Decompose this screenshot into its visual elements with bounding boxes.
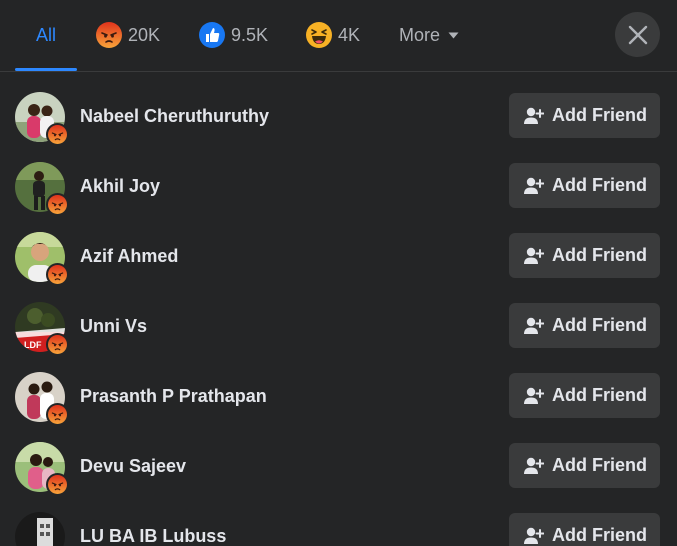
person-name[interactable]: Devu Sajeev [80,456,186,477]
add-friend-label: Add Friend [552,245,647,265]
person-name[interactable]: Prasanth P Prathapan [80,386,267,407]
angry-reaction-icon [48,405,67,424]
add-friend-icon [524,317,544,334]
tab-haha-count: 4K [338,24,361,45]
angry-reaction-icon [48,125,67,144]
add-friend-icon [524,107,544,124]
tab-all[interactable]: All [15,0,77,71]
add-friend-label: Add Friend [552,315,647,335]
list-item: Nabeel Cheruthuruthy Add Friend [0,82,677,152]
add-friend-label: Add Friend [552,105,647,125]
person-name[interactable]: LU BA IB Lubuss [80,526,226,546]
add-friend-label: Add Friend [552,385,647,405]
add-friend-label: Add Friend [552,525,647,545]
avatar-overlay-text: LDF [24,340,42,350]
tab-haha[interactable]: 4K [306,0,360,70]
list-item: LU BA IB Lubuss Add Friend [0,502,677,546]
caret-down-icon [448,32,459,38]
tab-like-count: 9.5K [231,24,269,45]
add-friend-button[interactable]: Add Friend [509,373,660,418]
list-item: Prasanth P Prathapan Add Friend [0,362,677,432]
avatar[interactable]: LDF [15,302,69,356]
like-reaction-icon [199,22,225,48]
list-item: LDF Unni Vs Add Friend [0,292,677,362]
reactions-dialog: All 20K 9.5K 4K More Nabeel Cheruthuruth… [0,0,677,546]
avatar[interactable] [15,512,65,546]
tab-angry[interactable]: 20K [96,0,160,70]
reaction-badge [46,123,69,146]
add-friend-button[interactable]: Add Friend [509,513,660,546]
close-icon [628,25,647,44]
add-friend-icon [524,387,544,404]
reaction-badge [46,263,69,286]
tab-more-label: More [399,24,441,45]
reaction-badge [46,403,69,426]
person-name[interactable]: Azif Ahmed [80,246,178,267]
profile-photo [15,512,65,546]
person-name[interactable]: Akhil Joy [80,176,160,197]
add-friend-icon [524,177,544,194]
close-button[interactable] [615,12,660,57]
angry-reaction-icon [96,22,122,48]
angry-reaction-icon [48,475,67,494]
tab-all-label: All [35,24,56,45]
active-tab-indicator [15,68,77,71]
tab-like[interactable]: 9.5K [199,0,268,70]
add-friend-button[interactable]: Add Friend [509,93,660,138]
reaction-badge [46,193,69,216]
reaction-tabs: All 20K 9.5K 4K More [0,0,677,72]
add-friend-icon [524,457,544,474]
add-friend-label: Add Friend [552,455,647,475]
avatar[interactable] [15,162,69,216]
add-friend-icon [524,247,544,264]
angry-reaction-icon [48,195,67,214]
avatar[interactable] [15,442,69,496]
list-item: Akhil Joy Add Friend [0,152,677,222]
add-friend-button[interactable]: Add Friend [509,163,660,208]
person-name[interactable]: Unni Vs [80,316,147,337]
reaction-badge [46,333,69,356]
avatar[interactable] [15,232,69,286]
add-friend-button[interactable]: Add Friend [509,233,660,278]
avatar[interactable] [15,92,69,146]
add-friend-button[interactable]: Add Friend [509,443,660,488]
add-friend-button[interactable]: Add Friend [509,303,660,348]
add-friend-icon [524,527,544,544]
tab-more[interactable]: More [399,0,459,70]
haha-reaction-icon [306,22,332,48]
angry-reaction-icon [48,335,67,354]
tab-angry-count: 20K [128,24,161,45]
avatar[interactable] [15,372,69,426]
add-friend-label: Add Friend [552,175,647,195]
reaction-badge [46,473,69,496]
angry-reaction-icon [48,265,67,284]
person-name[interactable]: Nabeel Cheruthuruthy [80,106,269,127]
list-item: Devu Sajeev Add Friend [0,432,677,502]
list-item: Azif Ahmed Add Friend [0,222,677,292]
